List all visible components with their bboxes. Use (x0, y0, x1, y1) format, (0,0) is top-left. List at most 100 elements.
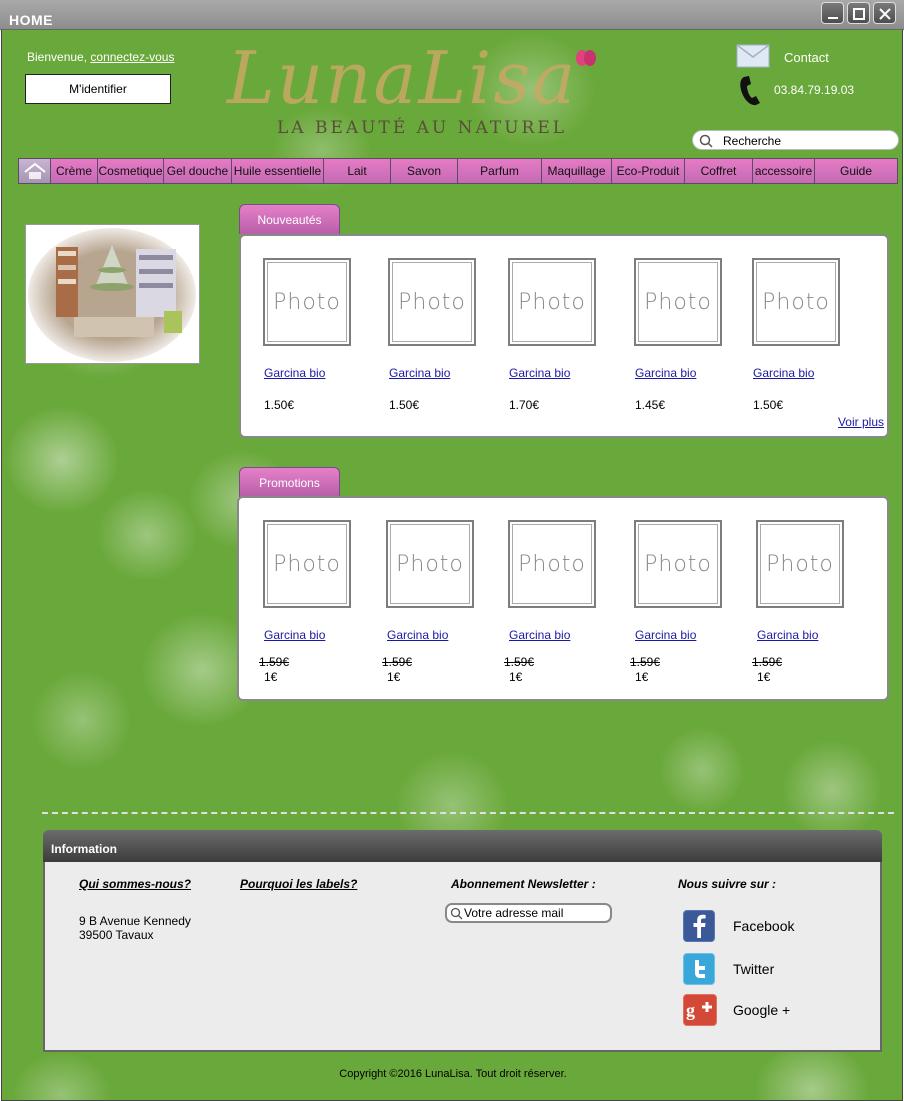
nav-item-parfum[interactable]: Parfum (458, 159, 542, 183)
product-photo[interactable]: Photo (634, 520, 722, 608)
nav-item-gel-douche[interactable]: Gel douche (164, 159, 232, 183)
search-box[interactable] (692, 130, 899, 150)
nav-item-maquillage[interactable]: Maquillage (542, 159, 612, 183)
voir-plus-link[interactable]: Voir plus (838, 415, 884, 429)
social-twitter[interactable]: Twitter (683, 953, 833, 987)
product-photo[interactable]: Photo (386, 520, 474, 608)
close-icon (879, 8, 891, 20)
contact-area: Contact 03.84.79.19.03 (734, 44, 899, 114)
product-link[interactable]: Garcina bio (389, 366, 450, 380)
home-icon (23, 162, 46, 179)
product-price: 1.45€ (635, 398, 666, 412)
product-link[interactable]: Garcina bio (635, 366, 696, 380)
store-image (25, 224, 200, 364)
photo-placeholder: Photo (762, 289, 830, 315)
nav-item-coffret[interactable]: Coffret (685, 159, 753, 183)
new-price: 1€ (387, 670, 401, 684)
brand-tagline: LA BEAUTÉ AU NATUREL (277, 118, 568, 138)
social-facebook[interactable]: Facebook (683, 910, 833, 944)
search-input[interactable] (723, 133, 893, 149)
close-button[interactable] (873, 2, 896, 24)
nav-item-accessoire[interactable]: accessoire (753, 159, 815, 183)
copyright: Copyright ©2016 LunaLisa. Tout droit rés… (339, 1068, 567, 1080)
product-photo[interactable]: Photo (752, 258, 840, 346)
product-link[interactable]: Garcina bio (509, 628, 570, 642)
new-price: 1€ (264, 670, 278, 684)
new-price: 1€ (757, 670, 771, 684)
nav-item-huile-essentielle[interactable]: Huile essentielle (232, 159, 324, 183)
newsletter-title: Abonnement Newsletter : (451, 877, 596, 891)
new-price: 1€ (509, 670, 523, 684)
product-photo[interactable]: Photo (263, 520, 351, 608)
twitter-icon (683, 953, 715, 985)
social-google-plus[interactable]: g Google + (683, 994, 833, 1028)
product-price: 1.70€ (509, 398, 540, 412)
labels-link[interactable]: Pourquoi les labels? (240, 877, 357, 891)
information-panel: Information Qui sommes-nous? 9 B Avenue … (43, 830, 882, 1052)
old-price: 1.59€ (259, 655, 290, 669)
photo-placeholder: Photo (518, 551, 586, 577)
phone-icon (740, 76, 760, 106)
maximize-button[interactable] (847, 2, 870, 24)
svg-text:g: g (686, 1000, 695, 1020)
product-link[interactable]: Garcina bio (509, 366, 570, 380)
tab-nouveautes[interactable]: Nouveautés (239, 204, 340, 234)
photo-placeholder: Photo (518, 289, 586, 315)
tab-promotions[interactable]: Promotions (239, 467, 340, 497)
minimize-button[interactable] (821, 2, 844, 24)
contact-link[interactable]: Contact (784, 50, 829, 65)
product-link[interactable]: Garcina bio (264, 366, 325, 380)
twitter-label: Twitter (733, 961, 775, 977)
phone-number: 03.84.79.19.03 (774, 83, 855, 97)
photo-placeholder: Photo (644, 289, 712, 315)
newsletter-box[interactable] (445, 903, 612, 923)
login-link[interactable]: connectez-vous (90, 50, 174, 64)
store-interior-image (28, 228, 196, 362)
information-header: Information (43, 830, 882, 862)
product-price: 1.50€ (753, 398, 784, 412)
welcome-label: Bienvenue, (27, 50, 88, 64)
old-price: 1.59€ (630, 655, 661, 669)
page: Bienvenue, connectez-vous M'identifier L… (1, 30, 903, 1101)
old-price: 1.59€ (504, 655, 535, 669)
brand-logo[interactable]: LunaLisa LA BEAUTÉ AU NATUREL (227, 36, 687, 146)
google-plus-label: Google + (733, 1002, 791, 1018)
promotions-panel: Photo Garcina bio 1.59€ 1€ Photo Garcina… (237, 496, 889, 701)
login-button[interactable]: M'identifier (25, 74, 171, 104)
product-photo[interactable]: Photo (388, 258, 476, 346)
product-link[interactable]: Garcina bio (753, 366, 814, 380)
photo-placeholder: Photo (766, 551, 834, 577)
address-line-1: 9 B Avenue Kennedy (79, 914, 191, 928)
product-photo[interactable]: Photo (508, 258, 596, 346)
nav-item-savon[interactable]: Savon (391, 159, 458, 183)
product-photo[interactable]: Photo (634, 258, 722, 346)
nav-item-cosmetique[interactable]: Cosmetique (98, 159, 164, 183)
maximize-icon (853, 8, 865, 20)
product-link[interactable]: Garcina bio (635, 628, 696, 642)
brand-name: LunaLisa (227, 36, 578, 120)
photo-placeholder: Photo (644, 551, 712, 577)
nav-home[interactable] (19, 159, 51, 183)
product-price: 1.50€ (389, 398, 420, 412)
nav-item-guide[interactable]: Guide (815, 159, 897, 183)
photo-placeholder: Photo (398, 289, 466, 315)
newsletter-email-input[interactable] (464, 906, 604, 920)
mail-icon[interactable] (736, 44, 770, 68)
address-line-2: 39500 Tavaux (79, 928, 154, 942)
product-link[interactable]: Garcina bio (264, 628, 325, 642)
window-title: HOME (9, 12, 53, 28)
product-link[interactable]: Garcina bio (387, 628, 448, 642)
nav-item-creme[interactable]: Crème (51, 159, 98, 183)
facebook-label: Facebook (733, 918, 795, 934)
about-link[interactable]: Qui sommes-nous? (79, 877, 191, 891)
facebook-icon (683, 910, 715, 942)
photo-placeholder: Photo (273, 551, 341, 577)
product-photo[interactable]: Photo (756, 520, 844, 608)
product-link[interactable]: Garcina bio (757, 628, 818, 642)
product-price: 1.50€ (264, 398, 295, 412)
nav-item-lait[interactable]: Lait (324, 159, 391, 183)
nav-item-eco-produit[interactable]: Eco-Produit (612, 159, 685, 183)
product-photo[interactable]: Photo (508, 520, 596, 608)
product-photo[interactable]: Photo (263, 258, 351, 346)
new-price: 1€ (635, 670, 649, 684)
